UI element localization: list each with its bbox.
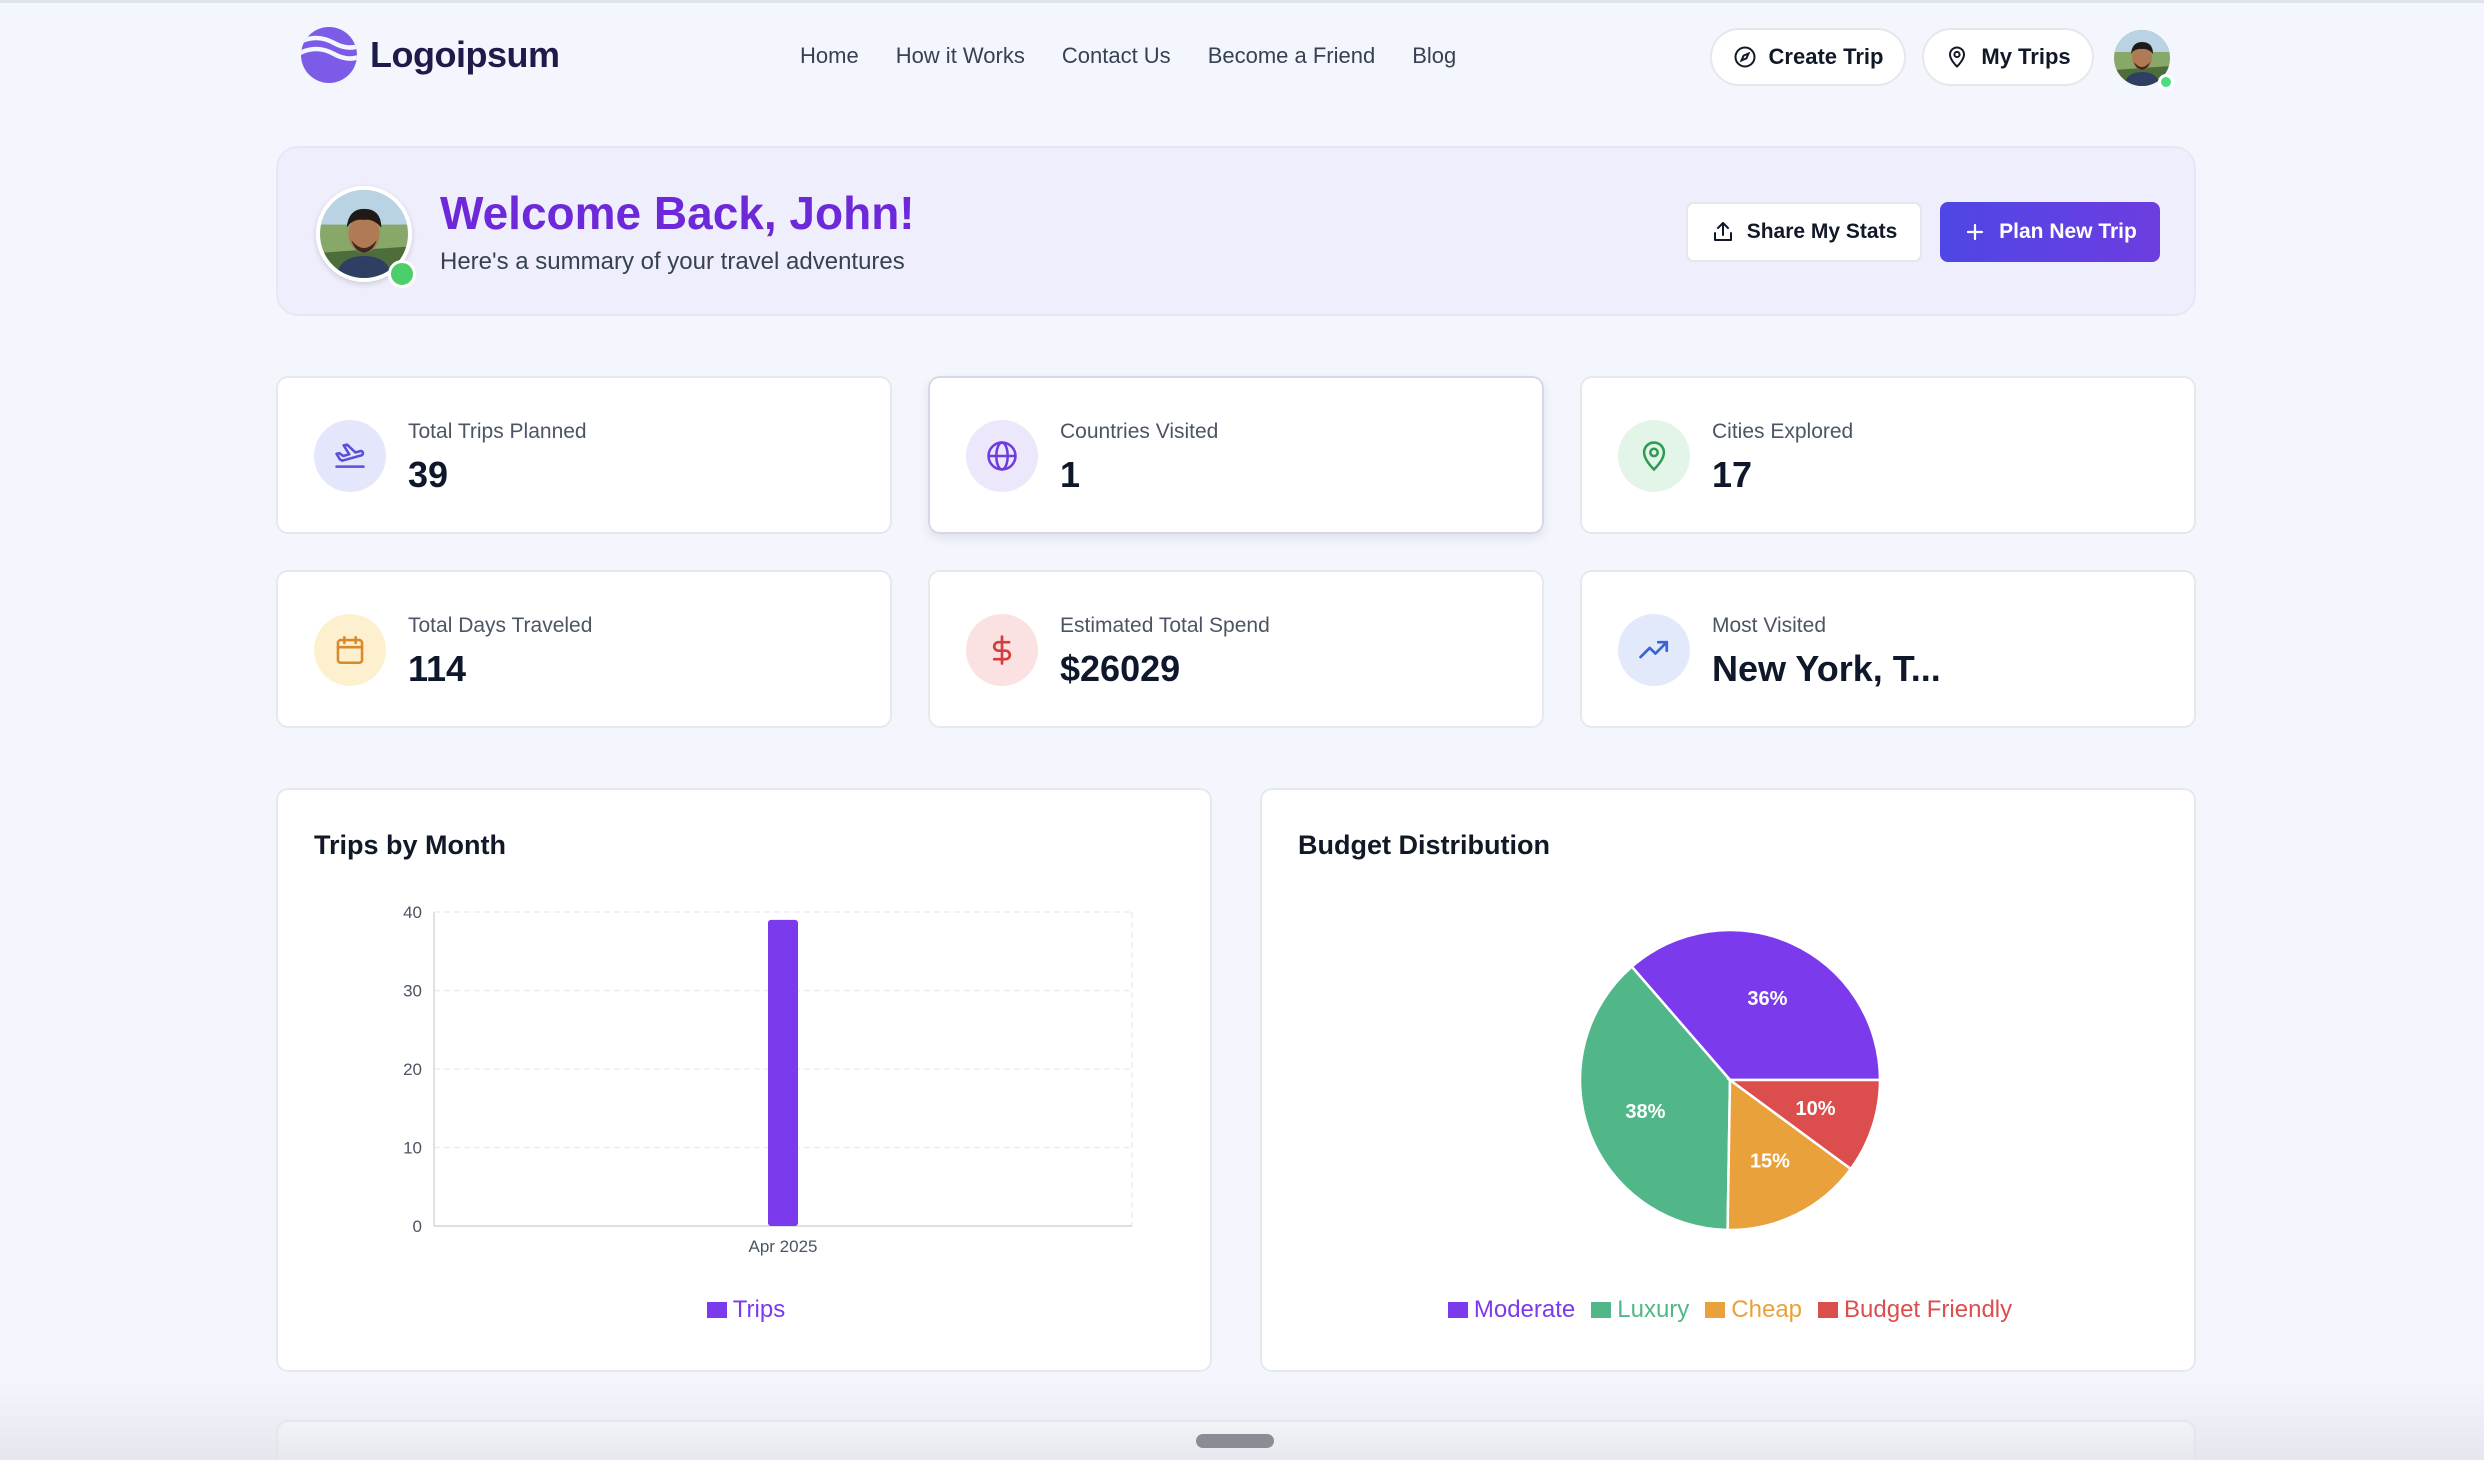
stat-icon-wrap (966, 420, 1038, 492)
stat-value: 39 (408, 454, 449, 495)
nav-link-blog[interactable]: Blog (1412, 36, 1456, 76)
plane-takeoff-icon (335, 443, 365, 468)
share-stats-label: Share My Stats (1746, 220, 1898, 243)
logo-mark-icon (301, 27, 357, 83)
dollar-icon (992, 635, 1012, 665)
trips-by-month-card: Trips by Month 0 10 20 30 40 Apr 2025 Trips (276, 788, 1212, 1372)
legend-label: Trips (732, 1296, 786, 1323)
stat-label: Estimated Total Spend (1060, 614, 1270, 637)
legend-label: Cheap (1731, 1296, 1803, 1323)
top-navbar: Logoipsum Home How it Works Contact Us B… (0, 0, 2484, 112)
compass-icon (1734, 46, 1756, 68)
pie-slice-label: 36% (1747, 988, 1787, 1010)
y-tick-label: 0 (413, 1217, 422, 1236)
legend-item-budget-friendly[interactable]: Budget Friendly (1818, 1296, 2012, 1324)
legend-swatch (1818, 1302, 1839, 1318)
pie-chart-legend[interactable]: Moderate Luxury Cheap Budget Friendly (1262, 1296, 2198, 1324)
y-tick-label: 40 (403, 903, 422, 922)
x-tick-label: Apr 2025 (749, 1237, 818, 1256)
stat-icon-wrap (966, 614, 1038, 686)
brand-logo[interactable]: Logoipsum (298, 24, 560, 86)
pie-slice-label: 10% (1795, 1098, 1835, 1120)
bar-apr-2025[interactable] (768, 919, 798, 1226)
nav-link-become-a-friend[interactable]: Become a Friend (1208, 36, 1376, 76)
welcome-banner: Welcome Back, John! Here's a summary of … (276, 146, 2196, 316)
stat-value: $26029 (1060, 648, 1181, 689)
bottom-fade (0, 1380, 2484, 1460)
legend-label: Budget Friendly (1844, 1296, 2013, 1323)
stat-value: 114 (408, 648, 467, 689)
legend-swatch (706, 1302, 727, 1318)
stat-card-total-days: Total Days Traveled 114 (276, 570, 892, 728)
welcome-title: Welcome Back, John! (440, 187, 915, 239)
pie-slice-label: 38% (1625, 1101, 1665, 1123)
stat-card-countries-visited: Countries Visited 1 (928, 376, 1544, 534)
stat-label: Total Trips Planned (408, 420, 587, 443)
drag-handle[interactable] (1196, 1434, 1274, 1448)
plan-new-trip-label: Plan New Trip (1999, 220, 2137, 243)
stat-icon-wrap (314, 614, 386, 686)
legend-swatch (1591, 1302, 1612, 1318)
legend-item-cheap[interactable]: Cheap (1705, 1296, 1802, 1324)
main-nav: Home How it Works Contact Us Become a Fr… (800, 36, 1456, 76)
bar-chart-legend[interactable]: Trips (278, 1296, 1214, 1324)
legend-item-trips[interactable]: Trips (706, 1296, 786, 1324)
stat-icon-wrap (1618, 614, 1690, 686)
plus-icon (1967, 223, 1984, 241)
online-status-dot (388, 260, 416, 288)
stat-value: New York, T... (1712, 648, 1941, 689)
map-pin-icon (1642, 441, 1666, 472)
profile-avatar (316, 186, 416, 288)
stat-value: 1 (1060, 454, 1081, 495)
legend-item-luxury[interactable]: Luxury (1591, 1296, 1689, 1324)
stat-label: Most Visited (1712, 614, 1826, 637)
create-trip-button[interactable]: Create Trip (1710, 28, 1906, 86)
stat-label: Cities Explored (1712, 420, 1854, 443)
stat-icon-wrap (1618, 420, 1690, 492)
legend-swatch (1447, 1302, 1468, 1318)
stat-card-cities-explored: Cities Explored 17 (1580, 376, 2196, 534)
plan-new-trip-button[interactable]: Plan New Trip (1940, 202, 2160, 262)
online-status-dot (2158, 74, 2174, 90)
y-tick-label: 30 (403, 982, 422, 1001)
welcome-subtitle: Here's a summary of your travel adventur… (440, 248, 905, 275)
share-stats-button[interactable]: Share My Stats (1686, 202, 1922, 262)
share-icon (1713, 222, 1732, 241)
legend-label: Moderate (1473, 1296, 1576, 1323)
my-trips-label: My Trips (1981, 44, 2071, 69)
brand-name: Logoipsum (370, 34, 560, 75)
legend-swatch (1705, 1302, 1726, 1318)
create-trip-label: Create Trip (1768, 44, 1884, 69)
stat-label: Total Days Traveled (408, 614, 593, 637)
pie-slice-label: 15% (1750, 1151, 1790, 1173)
nav-link-contact-us[interactable]: Contact Us (1062, 36, 1171, 76)
trending-up-icon (1639, 640, 1669, 659)
map-pin-icon (1949, 46, 1966, 68)
globe-icon (987, 441, 1017, 471)
trips-bar-chart: 0 10 20 30 40 Apr 2025 (403, 903, 1133, 1256)
budget-distribution-card: Budget Distribution 36% 38% 15% 10% Moderat… (1260, 788, 2196, 1372)
stat-label: Countries Visited (1060, 420, 1219, 443)
y-tick-label: 10 (403, 1139, 422, 1158)
stat-value: 17 (1712, 454, 1753, 495)
stat-card-total-trips: Total Trips Planned 39 (276, 376, 892, 534)
calendar-icon (336, 635, 364, 665)
legend-label: Luxury (1617, 1296, 1690, 1323)
stat-card-total-spend: Estimated Total Spend $26029 (928, 570, 1544, 728)
budget-pie-chart: 36% 38% 15% 10% (1578, 928, 1882, 1232)
nav-link-home[interactable]: Home (800, 36, 859, 76)
stat-card-most-visited: Most Visited New York, T... (1580, 570, 2196, 728)
y-tick-label: 20 (403, 1060, 422, 1079)
user-avatar-menu[interactable] (2114, 30, 2174, 90)
nav-link-how-it-works[interactable]: How it Works (896, 36, 1025, 76)
my-trips-button[interactable]: My Trips (1922, 28, 2094, 86)
legend-item-moderate[interactable]: Moderate (1447, 1296, 1576, 1324)
stat-icon-wrap (314, 420, 386, 492)
